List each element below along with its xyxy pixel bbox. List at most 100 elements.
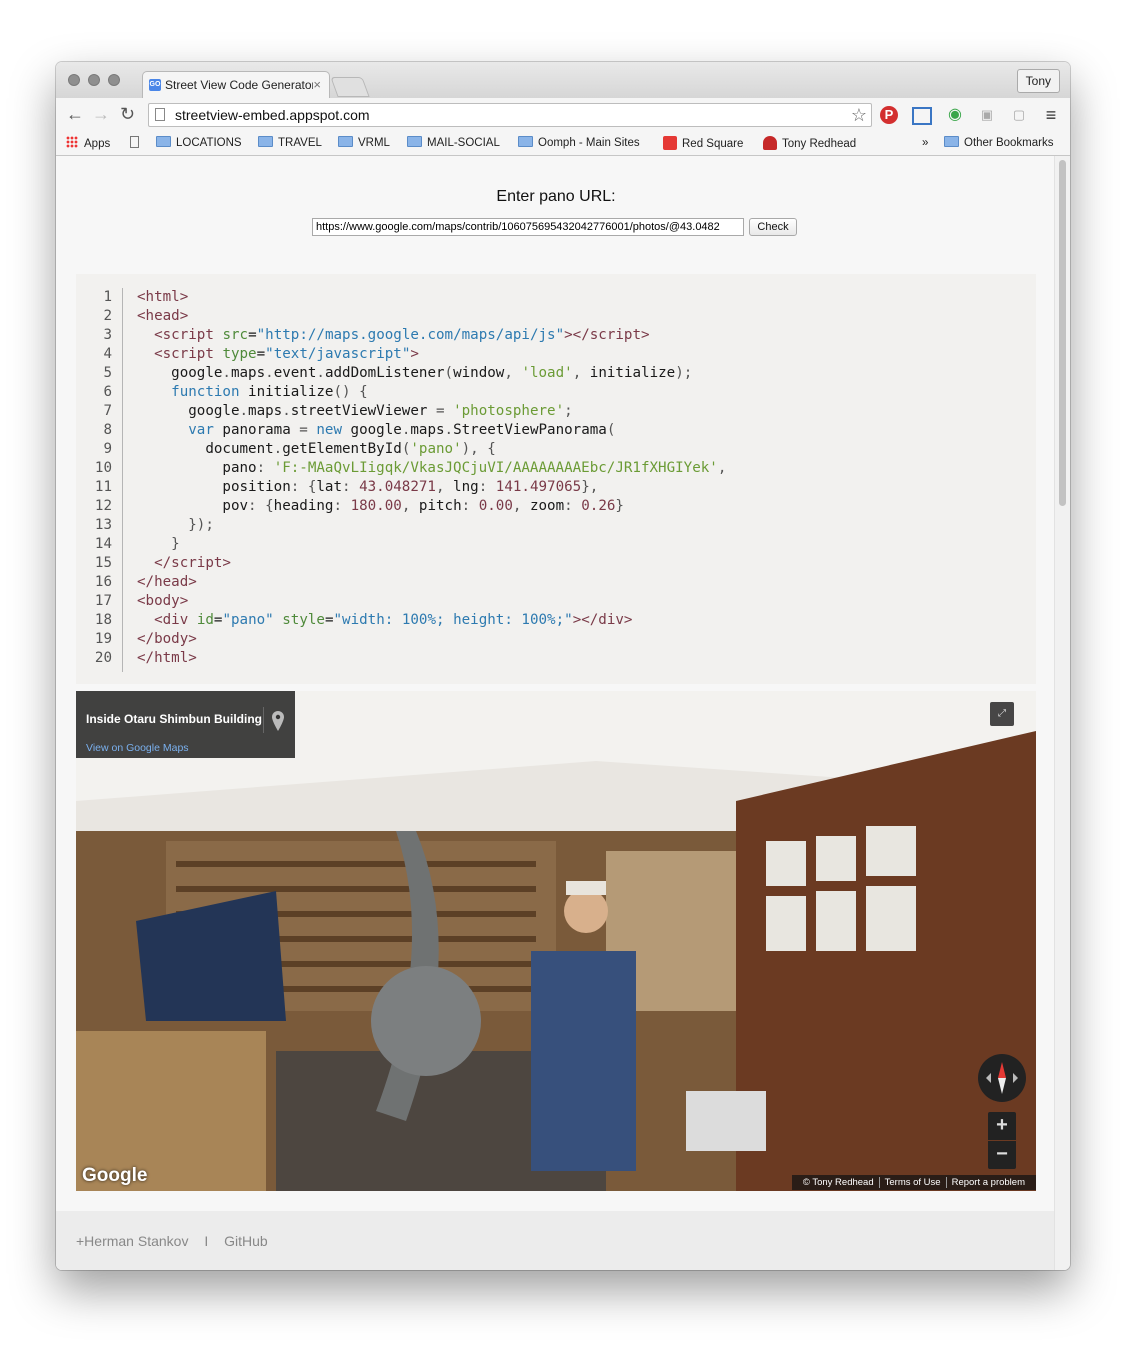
code-line: }); bbox=[137, 517, 214, 533]
github-link[interactable]: GitHub bbox=[224, 1233, 268, 1249]
street-view-panorama[interactable]: Inside Otaru Shimbun Building View on Go… bbox=[76, 691, 1036, 1191]
code-gutter bbox=[122, 288, 123, 672]
divider bbox=[263, 707, 264, 733]
menu-icon[interactable]: ≡ bbox=[1042, 106, 1060, 124]
check-button[interactable]: Check bbox=[749, 218, 797, 236]
address-url: streetview-embed.appspot.com bbox=[175, 107, 370, 123]
line-number: 12 bbox=[94, 498, 112, 514]
folder-icon bbox=[156, 136, 171, 147]
code-line: google.maps.streetViewViewer = 'photosph… bbox=[137, 403, 573, 419]
line-number: 9 bbox=[103, 441, 112, 457]
line-number: 11 bbox=[94, 479, 112, 495]
blank-page-icon[interactable] bbox=[130, 136, 139, 152]
place-name: Inside Otaru Shimbun Building bbox=[86, 712, 262, 726]
folder-icon bbox=[338, 136, 353, 147]
fullscreen-icon[interactable]: ⤢ bbox=[990, 702, 1014, 726]
extension-icon[interactable]: ▢ bbox=[1010, 106, 1028, 124]
code-line: <head> bbox=[137, 308, 189, 324]
reload-icon[interactable]: ↻ bbox=[120, 104, 135, 124]
new-extension-icon[interactable] bbox=[912, 107, 932, 125]
line-number: 18 bbox=[94, 612, 112, 628]
line-number: 10 bbox=[94, 460, 112, 476]
code-line: document.getElementById('pano'), { bbox=[137, 441, 496, 457]
code-line: position: {lat: 43.048271, lng: 141.4970… bbox=[137, 479, 599, 495]
bookmark-vrml[interactable]: VRML bbox=[338, 136, 390, 150]
line-number: 14 bbox=[94, 536, 112, 552]
code-line: </html> bbox=[137, 650, 197, 666]
page-scrollbar[interactable] bbox=[1054, 156, 1070, 1270]
browser-toolbar: ← → ↻ streetview-embed.appspot.com ☆ P ◉… bbox=[56, 98, 1070, 132]
code-line: </head> bbox=[137, 574, 197, 590]
bookmarks-bar: Apps LOCATIONS TRAVEL VRML MAIL-SOCIAL O… bbox=[56, 132, 1070, 156]
view-on-google-maps-link[interactable]: View on Google Maps bbox=[86, 742, 189, 754]
back-arrow-icon[interactable]: ← bbox=[66, 104, 84, 124]
compass-icon[interactable] bbox=[978, 1054, 1026, 1102]
page-icon bbox=[155, 108, 165, 121]
code-line: <body> bbox=[137, 593, 189, 609]
line-number: 6 bbox=[103, 384, 112, 400]
bookmark-travel[interactable]: TRAVEL bbox=[258, 136, 322, 150]
new-tab-button[interactable] bbox=[330, 77, 370, 97]
line-number: 19 bbox=[94, 631, 112, 647]
zoom-out-button[interactable]: − bbox=[988, 1141, 1016, 1169]
bookmark-locations[interactable]: LOCATIONS bbox=[156, 136, 242, 150]
apps-grid-icon bbox=[66, 136, 78, 148]
line-number: 15 bbox=[94, 555, 112, 571]
page-content: Enter pano URL: Check 123456789101112131… bbox=[56, 156, 1054, 1270]
browser-window: GO Street View Code Generator × Tony ← →… bbox=[56, 62, 1070, 1270]
red-square-icon bbox=[663, 136, 677, 150]
footer-separator: I bbox=[204, 1233, 209, 1249]
line-number: 2 bbox=[103, 308, 112, 324]
code-line: } bbox=[137, 536, 180, 552]
line-number: 4 bbox=[103, 346, 112, 362]
code-line: </script> bbox=[154, 555, 231, 571]
scrollbar-thumb[interactable] bbox=[1059, 160, 1066, 506]
bookmark-mail-social[interactable]: MAIL-SOCIAL bbox=[407, 136, 500, 150]
folder-icon bbox=[407, 136, 422, 147]
panorama-photo bbox=[76, 691, 1036, 1191]
profile-button[interactable]: Tony bbox=[1016, 69, 1060, 93]
folder-icon bbox=[258, 136, 273, 147]
line-number: 1 bbox=[103, 289, 112, 305]
code-line: <html> bbox=[137, 289, 189, 305]
page-footer: +Herman Stankov I GitHub bbox=[56, 1211, 1054, 1270]
terms-of-use-link[interactable]: Terms of Use bbox=[880, 1177, 946, 1188]
tab-close-icon[interactable]: × bbox=[313, 77, 321, 92]
line-number: 16 bbox=[94, 574, 112, 590]
report-problem-link[interactable]: Report a problem bbox=[947, 1177, 1030, 1188]
bookmark-red-square[interactable]: Red Square bbox=[663, 136, 743, 151]
bookmarks-overflow-chevron[interactable]: » bbox=[922, 136, 928, 150]
line-number: 13 bbox=[94, 517, 112, 533]
camera-icon[interactable]: ▣ bbox=[978, 106, 996, 124]
address-bar[interactable]: streetview-embed.appspot.com ☆ bbox=[148, 103, 872, 127]
zoom-in-button[interactable]: + bbox=[988, 1112, 1016, 1140]
code-line: pov: {heading: 180.00, pitch: 0.00, zoom… bbox=[137, 498, 624, 514]
bookmark-tony-redhead[interactable]: Tony Redhead bbox=[763, 136, 856, 151]
line-number: 7 bbox=[103, 403, 112, 419]
author-link[interactable]: +Herman Stankov bbox=[76, 1233, 188, 1249]
bookmark-apps[interactable]: Apps bbox=[66, 136, 110, 151]
site-favicon-icon: GO bbox=[149, 79, 161, 91]
page-heading: Enter pano URL: bbox=[496, 188, 616, 205]
zoom-window-button[interactable] bbox=[108, 74, 120, 86]
bookmark-other[interactable]: Other Bookmarks bbox=[944, 136, 1053, 150]
code-line: function initialize() { bbox=[171, 384, 368, 400]
attribution-bar: © Tony Redhead Terms of Use Report a probl… bbox=[791, 1175, 1036, 1190]
code-line: </body> bbox=[137, 631, 197, 647]
minimize-window-button[interactable] bbox=[88, 74, 100, 86]
close-window-button[interactable] bbox=[68, 74, 80, 86]
line-number: 3 bbox=[103, 327, 112, 343]
browser-tab[interactable]: GO Street View Code Generator × bbox=[142, 71, 330, 98]
map-pin-icon[interactable] bbox=[272, 711, 284, 731]
google-logo: Google bbox=[82, 1165, 148, 1186]
pinterest-icon[interactable]: P bbox=[880, 106, 898, 124]
line-number: 17 bbox=[94, 593, 112, 609]
forward-arrow-icon[interactable]: → bbox=[92, 104, 110, 124]
folder-icon bbox=[944, 136, 959, 147]
avatar-icon bbox=[763, 136, 777, 150]
eye-extension-icon[interactable]: ◉ bbox=[946, 106, 964, 124]
code-line: google.maps.event.addDomListener(window,… bbox=[137, 365, 693, 381]
bookmark-star-icon[interactable]: ☆ bbox=[851, 105, 867, 126]
pano-url-input[interactable] bbox=[312, 218, 744, 236]
bookmark-oomph[interactable]: Oomph - Main Sites bbox=[518, 136, 640, 150]
